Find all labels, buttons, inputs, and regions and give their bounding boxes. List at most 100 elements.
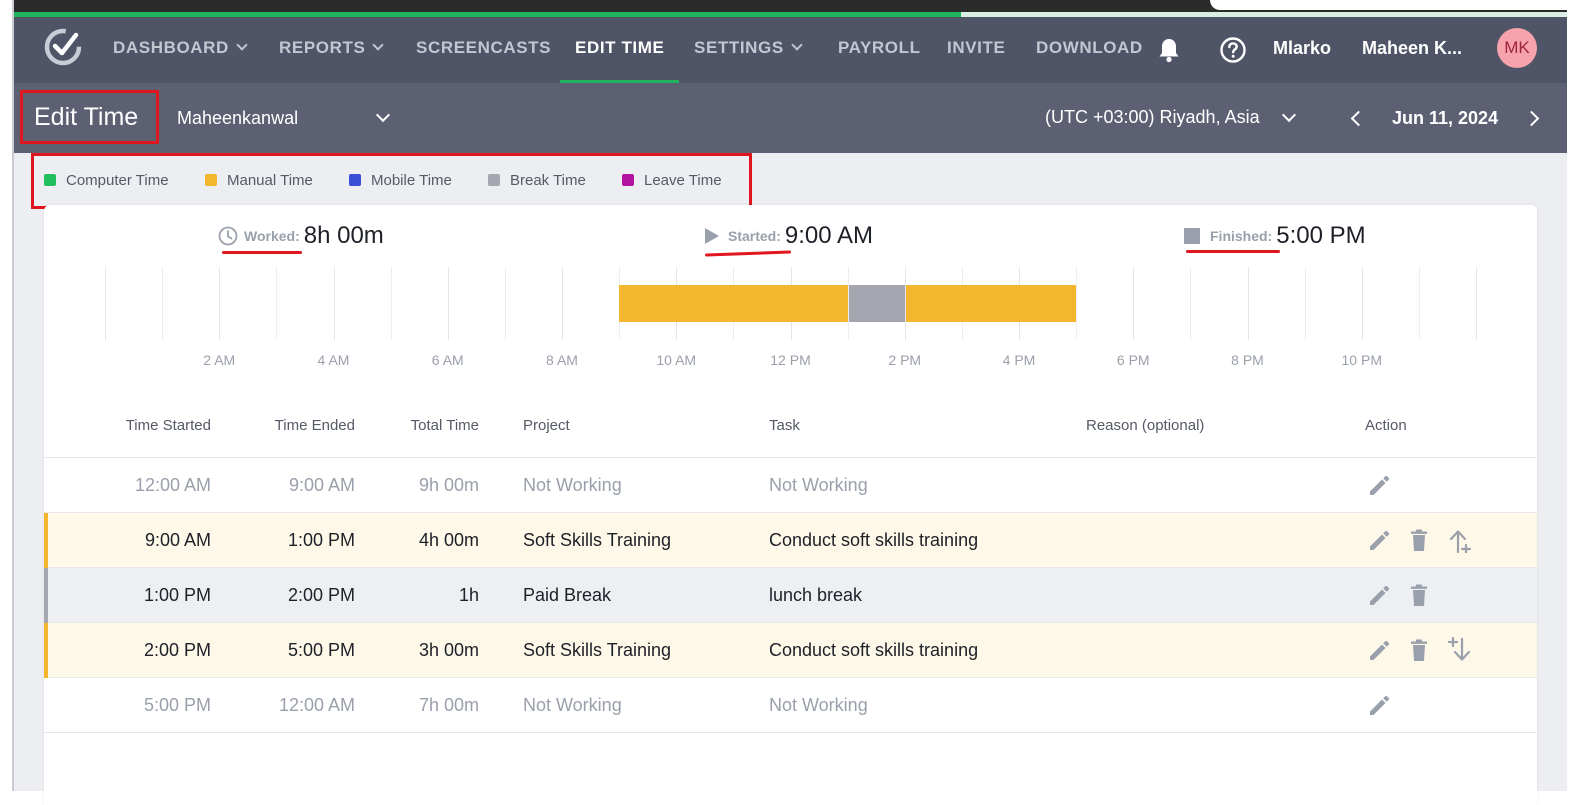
nav-edit-time[interactable]: EDIT TIME [559,17,681,83]
cell-project: Not Working [523,695,622,715]
timeline-gridline [105,267,106,340]
timeline-segment[interactable] [905,285,1077,322]
time-type-legend: Computer Time Manual Time Mobile Time Br… [31,153,752,209]
started-stat: Started: 9:00 AM [704,222,873,254]
pencil-icon[interactable] [1366,692,1392,718]
split-add-below-icon[interactable] [1447,637,1473,663]
nav-dashboard[interactable]: DASHBOARD [113,17,248,83]
app-window: DASHBOARD REPORTS SCREENCASTS EDIT TIME … [0,0,1575,805]
timeline-gridline [390,267,392,340]
cell-time-ended: 12:00 AM [278,695,355,715]
timeline-hour-label: 4 PM [1002,352,1036,368]
timeline-gridline [1190,267,1192,340]
timeline-segment[interactable] [848,285,905,322]
legend-swatch [622,174,634,186]
help-icon[interactable] [1219,36,1247,64]
col-total-time: Total Time [410,417,479,434]
prev-date-icon[interactable] [1350,110,1367,127]
user-select-dropdown[interactable]: Maheenkanwal [177,83,298,153]
timeline-gridline [1304,267,1306,340]
nav-reports[interactable]: REPORTS [279,17,385,83]
worked-underline [222,251,302,254]
cell-time-started: 9:00 AM [144,530,211,550]
timeline-segment[interactable] [619,285,848,322]
timeline-gridline [219,267,221,340]
timezone-dropdown[interactable]: (UTC +03:00) Riyadh, Asia [1045,83,1260,153]
play-icon [705,228,719,244]
org-name[interactable]: Mlarko [1273,17,1331,83]
table-row[interactable]: 5:00 PM 12:00 AM 7h 00m Not Working Not Work… [44,678,1537,733]
timeline-gridline [276,267,278,340]
table-row[interactable]: 2:00 PM 5:00 PM 3h 00m Soft Skills Training… [44,623,1537,678]
timeline-hour-label: 6 PM [1116,352,1150,368]
timeline-hour-label: 2 PM [888,352,922,368]
cell-time-ended: 5:00 PM [287,640,355,660]
table-row[interactable]: 1:00 PM 2:00 PM 1h Paid Break lunch break [44,568,1537,623]
user-select-chevron-icon[interactable] [375,107,391,123]
page-title: Edit Time [20,90,159,144]
legend-swatch [488,174,500,186]
timeline-gridline [1418,267,1420,340]
timeline-hour-label: 8 AM [546,352,578,368]
nav-invite[interactable]: INVITE [947,17,1005,83]
timeline-gridline [504,267,506,340]
day-timeline: 2 AM 4 AM 6 AM 8 AM 10 AM 12 PM 2 PM 4 PM 6 PM 8 … [44,265,1537,385]
cell-time-ended: 2:00 PM [287,585,355,605]
pencil-icon[interactable] [1366,637,1392,663]
legend-mobile-time: Mobile Time [349,171,452,191]
bell-icon[interactable] [1155,36,1183,64]
cell-task: Conduct soft skills training [769,640,979,660]
col-time-ended: Time Ended [274,417,355,434]
next-date-icon[interactable] [1523,110,1540,127]
cell-project: Paid Break [523,585,612,605]
pencil-icon[interactable] [1366,527,1392,553]
cell-time-started: 1:00 PM [143,585,211,605]
trash-icon[interactable] [1406,527,1432,553]
left-edge [0,0,14,791]
timeline-hour-label: 8 PM [1231,352,1264,368]
edit-time-card: Worked: 8h 00m Started: 9:00 AM Finished: 5… [44,205,1537,805]
timeline-hour-label: 12 PM [770,352,811,368]
timezone-value: (UTC +03:00) Riyadh, Asia [1045,107,1260,127]
pencil-icon[interactable] [1366,582,1392,608]
chevron-down-icon [791,39,803,51]
pencil-icon[interactable] [1366,472,1392,498]
table-row[interactable]: 9:00 AM 1:00 PM 4h 00m Soft Skills Training… [44,513,1537,568]
started-value: 9:00 AM [784,222,873,249]
timeline-hour-label: 10 PM [1341,352,1382,368]
nav-payroll[interactable]: PAYROLL [838,17,921,83]
nav-settings[interactable]: SETTINGS [694,17,803,83]
cell-project: Soft Skills Training [523,530,672,550]
nav-download[interactable]: DOWNLOAD [1036,17,1143,83]
chevron-down-icon [236,39,248,51]
finished-underline [1186,250,1280,253]
timezone-chevron-icon[interactable] [1281,107,1297,123]
legend-break-time: Break Time [488,171,586,191]
cell-project: Soft Skills Training [523,640,672,660]
nav-screencasts[interactable]: SCREENCASTS [416,17,551,83]
timeline-gridline [1361,267,1363,340]
cell-total-time: 4h 00m [418,530,479,550]
cell-total-time: 3h 00m [418,640,479,660]
timeline-gridline [562,267,563,340]
app-logo-icon[interactable] [42,26,84,68]
trash-icon[interactable] [1406,637,1432,663]
trash-icon[interactable] [1406,582,1432,608]
worked-stat: Worked: 8h 00m [218,222,384,254]
timeline-hour-label: 10 AM [656,352,697,368]
cell-time-started: 2:00 PM [143,640,211,660]
user-menu[interactable]: Maheen K... [1362,17,1462,83]
timeline-hour-label: 4 AM [317,352,350,368]
table-row[interactable]: 12:00 AM 9:00 AM 9h 00m Not Working Not Work… [44,458,1537,513]
legend-computer-time: Computer Time [44,171,169,191]
split-add-above-icon[interactable] [1447,527,1473,553]
timeline-hour-label: 2 AM [203,352,236,368]
cell-time-started: 5:00 PM [143,695,211,715]
timeline-hour-label: 6 AM [431,352,464,368]
cell-task: lunch break [769,585,863,605]
subheader-bar: Edit Time Maheenkanwal (UTC +03:00) Riya… [14,83,1567,153]
cell-total-time: 7h 00m [418,695,479,715]
avatar[interactable]: MK [1497,28,1537,68]
legend-swatch [205,174,217,186]
current-date[interactable]: Jun 11, 2024 [1392,83,1498,153]
